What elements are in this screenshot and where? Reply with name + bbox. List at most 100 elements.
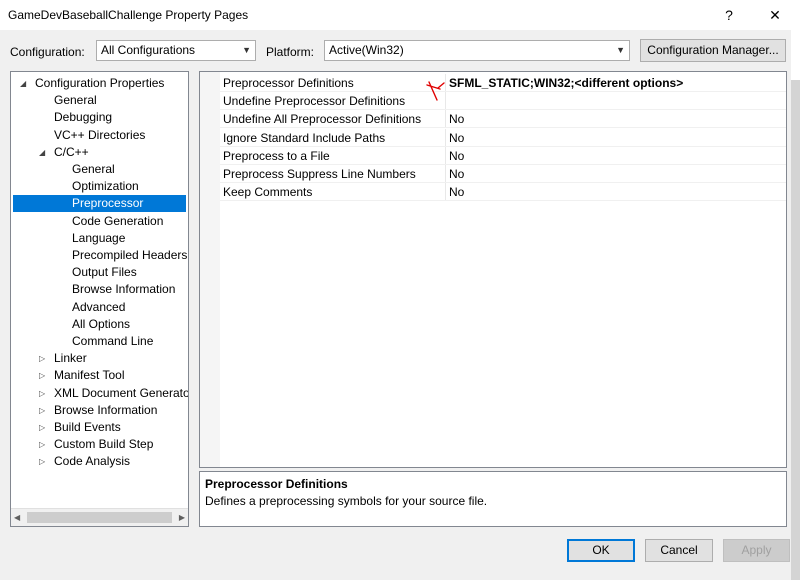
expand-arrow-icon[interactable]: ▷ bbox=[39, 419, 45, 436]
property-row[interactable]: Preprocess to a File No bbox=[200, 146, 786, 165]
tree-item[interactable]: C/C++ bbox=[54, 144, 89, 161]
tree-item-label: C/C++ bbox=[54, 144, 89, 159]
tree-item-label: Advanced bbox=[72, 299, 126, 314]
property-value[interactable]: No bbox=[449, 149, 464, 163]
column-divider bbox=[445, 110, 446, 129]
apply-button[interactable]: Apply bbox=[723, 539, 790, 562]
tree-item[interactable]: Advanced bbox=[72, 299, 125, 316]
description-title: Preprocessor Definitions bbox=[205, 477, 348, 491]
configuration-dropdown[interactable]: All Configurations ▼ bbox=[96, 40, 256, 61]
property-value[interactable]: SFML_STATIC;WIN32;<different options> bbox=[449, 76, 683, 90]
property-tree[interactable]: Configuration Properties ◢ General Debuggin… bbox=[10, 71, 189, 527]
help-icon[interactable]: ? bbox=[706, 0, 752, 30]
tree-item-label: Code Generation bbox=[72, 213, 164, 228]
expand-arrow-icon[interactable]: ▷ bbox=[39, 402, 45, 419]
tree-item-label: Optimization bbox=[72, 179, 139, 194]
property-grid[interactable]: Preprocessor Definitions SFML_STATIC;WIN3… bbox=[199, 71, 787, 468]
tree-item-label: General bbox=[72, 162, 115, 176]
tree-item-label: Browse Information bbox=[72, 282, 176, 297]
collapse-arrow-icon[interactable]: ◢ bbox=[20, 75, 26, 92]
platform-dropdown[interactable]: Active(Win32) ▼ bbox=[324, 40, 630, 61]
property-row[interactable]: Preprocessor Definitions SFML_STATIC;WIN3… bbox=[200, 74, 786, 92]
property-name: Ignore Standard Include Paths bbox=[223, 130, 386, 145]
property-row[interactable]: Ignore Standard Include Paths No bbox=[200, 128, 786, 147]
tree-item[interactable]: VC++ Directories bbox=[54, 127, 145, 144]
property-row[interactable]: Preprocess Suppress Line Numbers No bbox=[200, 165, 786, 183]
title-bar: GameDevBaseballChallenge Property Pages … bbox=[0, 0, 800, 30]
tree-item[interactable]: Optimization bbox=[72, 178, 139, 195]
tree-item[interactable]: Debugging bbox=[54, 109, 112, 126]
tree-item-label: Debugging bbox=[54, 110, 113, 125]
tree-item[interactable]: Custom Build Step bbox=[54, 436, 153, 453]
tree-item[interactable]: Configuration Properties bbox=[35, 75, 164, 92]
tree-item-label: VC++ Directories bbox=[54, 127, 146, 142]
configuration-label: Configuration: bbox=[10, 45, 85, 59]
tree-item-label: Browse Information bbox=[54, 402, 158, 417]
property-value[interactable]: No bbox=[449, 131, 464, 145]
tree-item-label: Configuration Properties bbox=[35, 76, 165, 90]
column-divider bbox=[445, 183, 446, 202]
property-row[interactable]: Undefine Preprocessor Definitions bbox=[200, 92, 786, 111]
expand-arrow-icon[interactable]: ▷ bbox=[39, 385, 45, 402]
tree-item[interactable]: Command Line bbox=[72, 333, 153, 350]
tree-item[interactable]: Build Events bbox=[54, 419, 121, 436]
background-scrollbar-thumb bbox=[791, 80, 800, 580]
column-divider bbox=[445, 165, 446, 183]
property-name: Undefine Preprocessor Definitions bbox=[223, 94, 406, 109]
tree-item-label: Linker bbox=[54, 351, 87, 366]
tree-item[interactable]: Code Analysis bbox=[54, 453, 130, 470]
ok-button[interactable]: OK bbox=[567, 539, 635, 562]
tree-item-label: All Options bbox=[72, 316, 131, 331]
tree-item[interactable]: Output Files bbox=[72, 264, 137, 281]
horizontal-scrollbar[interactable]: ◀ ▶ bbox=[11, 508, 188, 526]
expand-arrow-icon[interactable]: ▷ bbox=[39, 350, 45, 367]
tree-item[interactable]: Code Generation bbox=[72, 213, 163, 230]
tree-item[interactable]: General bbox=[54, 92, 97, 109]
tree-item-label: Manifest Tool bbox=[54, 368, 125, 383]
tree-item[interactable]: Linker bbox=[54, 350, 87, 367]
scrollbar-thumb[interactable] bbox=[27, 512, 172, 523]
close-icon[interactable]: ✕ bbox=[752, 0, 798, 30]
tree-item[interactable]: Language bbox=[72, 230, 125, 247]
tree-item[interactable]: Browse Information bbox=[72, 281, 175, 298]
property-value[interactable]: No bbox=[449, 185, 464, 199]
tree-item[interactable]: Manifest Tool bbox=[54, 367, 124, 384]
chevron-down-icon: ▼ bbox=[242, 45, 251, 55]
tree-item-label: Precompiled Headers bbox=[72, 248, 188, 262]
property-value[interactable]: No bbox=[449, 167, 464, 181]
property-row[interactable]: Keep Comments No bbox=[200, 183, 786, 202]
background-scrollbar bbox=[791, 30, 800, 580]
column-divider bbox=[445, 146, 446, 165]
row-divider bbox=[220, 200, 786, 202]
property-name: Keep Comments bbox=[223, 185, 313, 200]
tree-item-label: Code Analysis bbox=[54, 454, 131, 469]
tree-item[interactable]: Preprocessor bbox=[13, 195, 186, 213]
expand-arrow-icon[interactable]: ▷ bbox=[39, 436, 45, 453]
checkmark-annotation-icon bbox=[426, 81, 445, 101]
property-name: Preprocess Suppress Line Numbers bbox=[223, 167, 416, 181]
scroll-left-icon[interactable]: ◀ bbox=[14, 509, 20, 526]
tree-item-label: XML Document Generator bbox=[54, 385, 189, 400]
tree-item-label: General bbox=[54, 93, 97, 108]
expand-arrow-icon[interactable]: ▷ bbox=[39, 367, 45, 384]
tree-item[interactable]: Precompiled Headers bbox=[72, 247, 187, 264]
configuration-value: All Configurations bbox=[101, 43, 196, 57]
property-name: Preprocessor Definitions bbox=[223, 76, 354, 90]
configuration-manager-button[interactable]: Configuration Manager... bbox=[640, 39, 786, 62]
cancel-button[interactable]: Cancel bbox=[645, 539, 713, 562]
chevron-down-icon: ▼ bbox=[616, 45, 625, 55]
tree-item[interactable]: XML Document Generator bbox=[54, 385, 189, 402]
property-row[interactable]: Undefine All Preprocessor Definitions No bbox=[200, 110, 786, 129]
property-name: Preprocess to a File bbox=[223, 148, 330, 163]
tree-item[interactable]: General bbox=[72, 161, 115, 178]
tree-item[interactable]: All Options bbox=[72, 316, 130, 333]
platform-label: Platform: bbox=[266, 45, 315, 59]
collapse-arrow-icon[interactable]: ◢ bbox=[39, 144, 45, 161]
tree-item-label: Language bbox=[72, 230, 126, 245]
expand-arrow-icon[interactable]: ▷ bbox=[39, 453, 45, 470]
property-value[interactable]: No bbox=[449, 112, 464, 126]
scroll-right-icon[interactable]: ▶ bbox=[179, 509, 185, 526]
tree-item-label: Output Files bbox=[72, 265, 137, 280]
tree-item[interactable]: Browse Information bbox=[54, 402, 157, 419]
property-name: Undefine All Preprocessor Definitions bbox=[223, 112, 422, 127]
